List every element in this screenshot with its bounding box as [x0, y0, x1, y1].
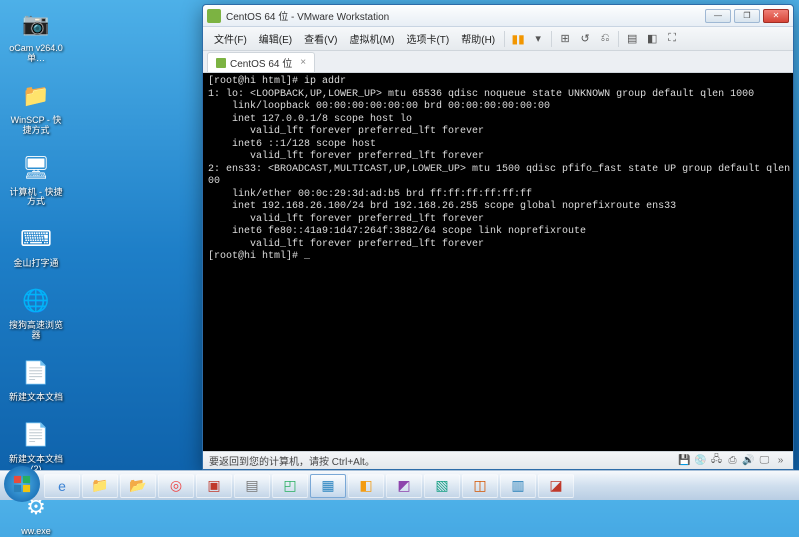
titlebar[interactable]: CentOS 64 位 - VMware Workstation — ❐ ✕	[203, 5, 793, 27]
taskbar-explorer[interactable]: 📁	[82, 474, 118, 498]
icon-label: ww.exe	[21, 527, 51, 537]
tab-label: CentOS 64 位	[230, 55, 292, 70]
vmware-window: CentOS 64 位 - VMware Workstation — ❐ ✕ 文…	[202, 4, 794, 470]
revert-icon[interactable]: ↺	[576, 30, 594, 48]
taskbar-folder[interactable]: 📂	[120, 474, 156, 498]
menu-view[interactable]: 查看(V)	[299, 29, 342, 48]
icon-label: WinSCP - 快捷方式	[8, 116, 64, 136]
taskbar-app7[interactable]: ◫	[462, 474, 498, 498]
taskbar-app5[interactable]: ◩	[386, 474, 422, 498]
centos-icon	[216, 58, 226, 68]
desktop-icon-0[interactable]: 📷oCam v264.0单…	[8, 6, 64, 64]
menubar: 文件(F) 编辑(E) 查看(V) 虚拟机(M) 选项卡(T) 帮助(H) ▮▮…	[203, 27, 793, 51]
taskbar: e📁📂◎▣▤◰▦◧◩▧◫▥◪	[0, 470, 799, 500]
desktop: 📷oCam v264.0单…📁WinSCP - 快捷方式🖥计算机 - 快捷方式⌨…	[0, 0, 799, 500]
thumb-icon[interactable]: ▤	[623, 30, 641, 48]
icon-label: 金山打字通	[13, 259, 58, 269]
app-icon: ⌨	[18, 221, 54, 257]
fullscreen-icon[interactable]: ⛶	[663, 30, 681, 48]
app-icon: 📄	[18, 417, 54, 453]
app-icon: 📁	[18, 78, 54, 114]
menu-file[interactable]: 文件(F)	[209, 29, 252, 48]
minimize-button[interactable]: —	[705, 9, 731, 23]
taskbar-app6[interactable]: ▧	[424, 474, 460, 498]
dropdown-icon[interactable]: ▾	[529, 30, 547, 48]
app-icon: 🖥	[18, 150, 54, 186]
device-usb-icon[interactable]: ⎙	[726, 454, 739, 467]
taskbar-app2[interactable]: ▤	[234, 474, 270, 498]
terminal[interactable]: [root@hi html]# ip addr 1: lo: <LOOPBACK…	[203, 73, 793, 451]
start-button[interactable]	[4, 466, 40, 502]
status-text: 要返回到您的计算机，请按 Ctrl+Alt。	[209, 453, 375, 468]
menu-tabs[interactable]: 选项卡(T)	[401, 29, 454, 48]
device-display-icon[interactable]: 🖵	[758, 454, 771, 467]
app-icon: 📄	[18, 355, 54, 391]
taskbar-app3[interactable]: ◰	[272, 474, 308, 498]
tab-close-icon[interactable]: ×	[300, 57, 306, 68]
window-title: CentOS 64 位 - VMware Workstation	[226, 8, 705, 23]
device-net-icon[interactable]: 🖧	[710, 454, 723, 467]
icon-label: 计算机 - 快捷方式	[8, 188, 64, 208]
icon-label: 搜狗高速浏览器	[8, 321, 64, 341]
taskbar-vmware[interactable]: ▦	[310, 474, 346, 498]
menu-vm[interactable]: 虚拟机(M)	[344, 29, 399, 48]
unity-icon[interactable]: ◧	[643, 30, 661, 48]
pause-icon[interactable]: ▮▮	[509, 30, 527, 48]
device-cd-icon[interactable]: 💿	[694, 454, 707, 467]
snapshot-icon[interactable]: ⊞	[556, 30, 574, 48]
desktop-icon-4[interactable]: 🌐搜狗高速浏览器	[8, 283, 64, 341]
tab-centos[interactable]: CentOS 64 位 ×	[207, 52, 315, 72]
maximize-button[interactable]: ❐	[734, 9, 760, 23]
icon-label: 新建文本文档	[9, 393, 63, 403]
icon-label: oCam v264.0单…	[8, 44, 64, 64]
app-icon: 📷	[18, 6, 54, 42]
taskbar-chrome[interactable]: ◎	[158, 474, 194, 498]
desktop-icon-5[interactable]: 📄 新建文本文档	[8, 355, 64, 403]
app-icon: 🌐	[18, 283, 54, 319]
desktop-icon-2[interactable]: 🖥计算机 - 快捷方式	[8, 150, 64, 208]
desktop-icon-3[interactable]: ⌨ 金山打字通	[8, 221, 64, 269]
menu-edit[interactable]: 编辑(E)	[254, 29, 297, 48]
taskbar-app9[interactable]: ◪	[538, 474, 574, 498]
desktop-icon-1[interactable]: 📁WinSCP - 快捷方式	[8, 78, 64, 136]
taskbar-ie[interactable]: e	[44, 474, 80, 498]
taskbar-app8[interactable]: ▥	[500, 474, 536, 498]
device-more-icon[interactable]: »	[774, 454, 787, 467]
taskbar-app4[interactable]: ◧	[348, 474, 384, 498]
device-sound-icon[interactable]: 🔊	[742, 454, 755, 467]
menu-help[interactable]: 帮助(H)	[456, 29, 500, 48]
close-button[interactable]: ✕	[763, 9, 789, 23]
vmware-icon	[207, 9, 221, 23]
manage-icon[interactable]: ⎌	[596, 30, 614, 48]
tabbar: CentOS 64 位 ×	[203, 51, 793, 73]
taskbar-app1[interactable]: ▣	[196, 474, 232, 498]
device-hdd-icon[interactable]: 💾	[678, 454, 691, 467]
statusbar: 要返回到您的计算机，请按 Ctrl+Alt。 💾 💿 🖧 ⎙ 🔊 🖵 »	[203, 451, 793, 469]
